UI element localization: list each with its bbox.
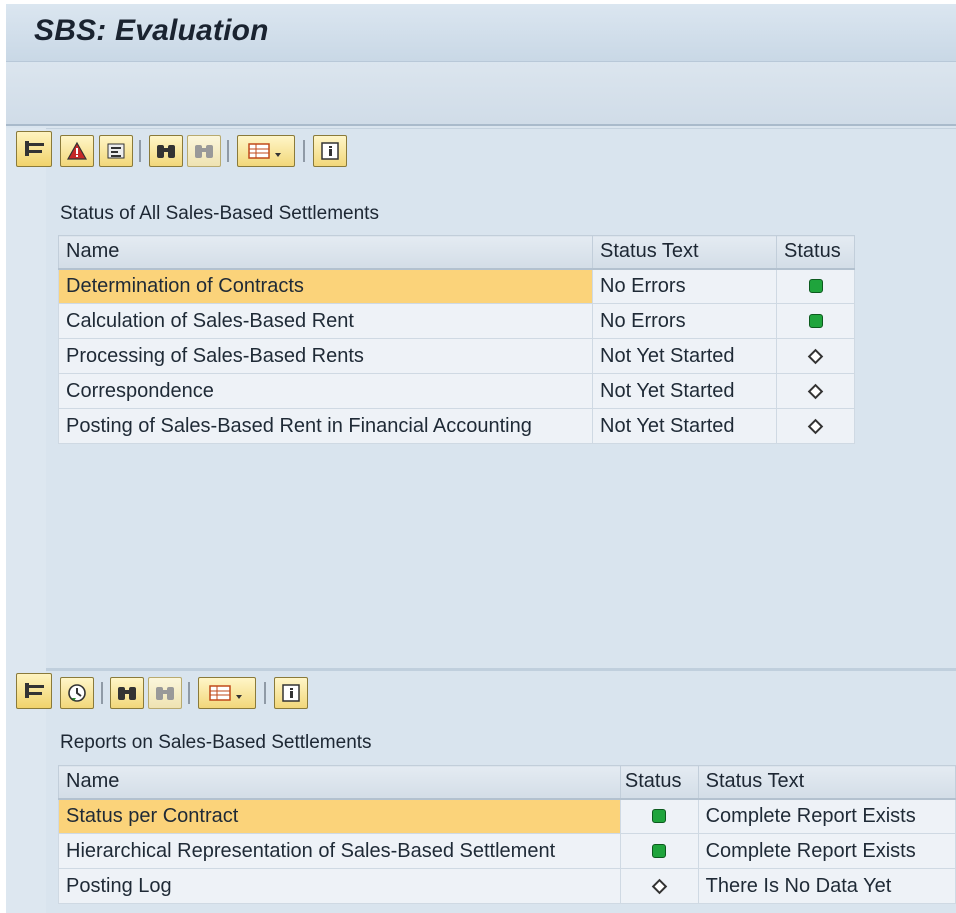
row-name[interactable]: Status per Contract	[58, 798, 621, 834]
reports-panel: Reports on Sales-Based Settlements Name …	[16, 668, 956, 913]
column-header-name[interactable]: Name	[58, 235, 593, 270]
column-header-status-text[interactable]: Status Text	[592, 235, 777, 270]
row-name[interactable]: Posting of Sales-Based Rent in Financial…	[58, 408, 593, 444]
window: SBS: Evaluation Status of All Sales-Base…	[6, 4, 956, 913]
left-strip	[6, 128, 46, 913]
row-name[interactable]: Posting Log	[58, 868, 621, 904]
settings-icon[interactable]	[99, 135, 133, 167]
table-header-row: Name Status Status Text	[58, 765, 956, 800]
table-row[interactable]: Correspondence Not Yet Started	[58, 373, 855, 409]
column-header-status[interactable]: Status	[776, 235, 855, 270]
table-row[interactable]: Posting of Sales-Based Rent in Financial…	[58, 408, 855, 444]
expand-icon[interactable]	[16, 131, 52, 167]
row-status-text: Not Yet Started	[592, 408, 777, 444]
column-header-status-text[interactable]: Status Text	[697, 765, 956, 800]
title-bar: SBS: Evaluation	[6, 4, 956, 62]
row-status-text: Complete Report Exists	[697, 833, 956, 869]
table-row[interactable]: Hierarchical Representation of Sales-Bas…	[58, 833, 956, 869]
table-row[interactable]: Determination of Contracts No Errors	[58, 268, 855, 304]
row-status-text: Not Yet Started	[592, 338, 777, 374]
inactive-status-icon	[807, 348, 824, 364]
find-icon[interactable]	[110, 677, 144, 709]
row-name[interactable]: Determination of Contracts	[58, 268, 593, 304]
row-status-text: No Errors	[592, 268, 777, 304]
panel2-toolbar	[16, 671, 956, 715]
find-next-icon[interactable]	[187, 135, 221, 167]
expand-icon[interactable]	[16, 673, 52, 709]
row-name[interactable]: Calculation of Sales-Based Rent	[58, 303, 593, 339]
status-cell	[619, 868, 699, 904]
status-cell	[619, 798, 699, 834]
row-status-text: There Is No Data Yet	[697, 868, 956, 904]
window-title: SBS: Evaluation	[34, 14, 269, 47]
green-status-icon	[652, 844, 667, 859]
application-toolbar	[6, 63, 956, 126]
status-cell	[776, 338, 855, 374]
table-row[interactable]: Posting Log There Is No Data Yet	[58, 868, 956, 904]
alert-icon[interactable]	[60, 135, 94, 167]
row-status-text: Complete Report Exists	[697, 798, 956, 834]
inactive-status-icon	[807, 383, 824, 399]
reports-table: Name Status Status Text Status per Contr…	[58, 765, 956, 904]
green-status-icon	[652, 809, 667, 824]
table-header-row: Name Status Text Status	[58, 235, 855, 270]
row-name[interactable]: Hierarchical Representation of Sales-Bas…	[58, 833, 621, 869]
table-row[interactable]: Processing of Sales-Based Rents Not Yet …	[58, 338, 855, 374]
column-header-name[interactable]: Name	[58, 765, 621, 800]
row-name[interactable]: Correspondence	[58, 373, 593, 409]
panel2-title: Reports on Sales-Based Settlements	[60, 732, 372, 753]
row-status-text: Not Yet Started	[592, 373, 777, 409]
row-status-text: No Errors	[592, 303, 777, 339]
inactive-status-icon	[807, 418, 824, 434]
status-cell	[776, 268, 855, 304]
table-row[interactable]: Calculation of Sales-Based Rent No Error…	[58, 303, 855, 339]
find-next-icon[interactable]	[148, 677, 182, 709]
status-cell	[776, 303, 855, 339]
status-cell	[776, 373, 855, 409]
row-name[interactable]: Processing of Sales-Based Rents	[58, 338, 593, 374]
settlements-status-panel: Status of All Sales-Based Settlements Na…	[16, 128, 956, 668]
info-icon[interactable]	[313, 135, 347, 167]
panel1-title: Status of All Sales-Based Settlements	[60, 203, 379, 224]
status-cell	[776, 408, 855, 444]
green-status-icon	[808, 314, 823, 329]
find-icon[interactable]	[149, 135, 183, 167]
layout-icon[interactable]	[198, 677, 256, 709]
settlements-status-table: Name Status Text Status Determination of…	[58, 235, 855, 444]
table-row[interactable]: Status per Contract Complete Report Exis…	[58, 798, 956, 834]
green-status-icon	[808, 279, 823, 294]
status-cell	[619, 833, 699, 869]
column-header-status[interactable]: Status	[619, 765, 699, 800]
panel1-toolbar	[16, 129, 956, 173]
execute-icon[interactable]	[60, 677, 94, 709]
info-icon[interactable]	[274, 677, 308, 709]
layout-icon[interactable]	[237, 135, 295, 167]
inactive-status-icon	[651, 878, 668, 894]
